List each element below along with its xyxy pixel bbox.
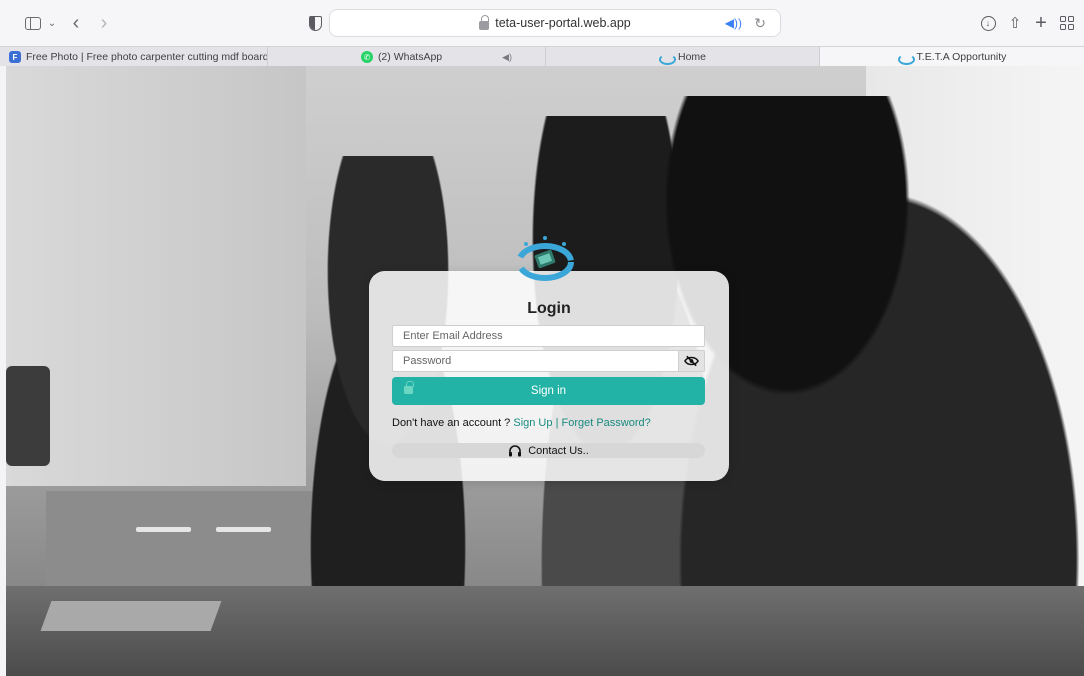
- email-input[interactable]: [392, 325, 705, 347]
- tab-free-photo[interactable]: F Free Photo | Free photo carpenter cutt…: [0, 47, 268, 67]
- teta-favicon-icon: [897, 52, 915, 65]
- account-links-row: Don't have an account ? Sign Up | Forget…: [392, 417, 651, 429]
- tab-teta-opportunity[interactable]: T.E.T.A Opportunity: [820, 47, 1084, 67]
- whatsapp-favicon-icon: ✆: [360, 51, 373, 63]
- lock-icon: [479, 14, 490, 30]
- background-wall: [6, 66, 306, 486]
- sign-in-button[interactable]: Sign in: [392, 377, 705, 405]
- back-arrow-icon[interactable]: ‹: [68, 12, 84, 34]
- speaker-icon[interactable]: ◀)): [725, 16, 742, 30]
- tab-home[interactable]: Home: [546, 47, 820, 67]
- sign-up-link[interactable]: Sign Up: [513, 417, 552, 429]
- teta-favicon-icon: [658, 52, 676, 65]
- background-table: [6, 586, 1084, 676]
- forward-arrow-icon[interactable]: ›: [96, 12, 112, 34]
- speaker-icon[interactable]: ◀): [502, 52, 512, 63]
- forgot-password-link[interactable]: Forget Password?: [561, 417, 650, 429]
- tab-title: Home: [677, 51, 706, 63]
- browser-toolbar: ⌄ ‹ › teta-user-portal.web.app ◀)) ↻ ↓ ⇧…: [0, 0, 1084, 46]
- teta-logo-icon: [514, 232, 576, 282]
- tab-title: T.E.T.A Opportunity: [916, 51, 1007, 63]
- password-input[interactable]: [392, 350, 705, 372]
- toggle-password-visibility-button[interactable]: [678, 351, 704, 371]
- login-card: Login Sign in Don't have an account ? Si…: [369, 271, 729, 481]
- download-icon[interactable]: ↓: [979, 12, 997, 34]
- sidebar-toggle-icon[interactable]: [22, 12, 44, 34]
- background-chair: [6, 366, 50, 466]
- contact-us-button[interactable]: Contact Us..: [392, 443, 705, 458]
- url-text: teta-user-portal.web.app: [495, 16, 631, 30]
- new-tab-icon[interactable]: +: [1032, 12, 1050, 34]
- freepik-favicon-icon: F: [9, 51, 21, 63]
- lock-icon: [404, 381, 414, 394]
- reload-icon[interactable]: ↻: [754, 15, 766, 32]
- privacy-shield-icon[interactable]: [306, 12, 324, 34]
- sign-in-label: Sign in: [530, 385, 567, 397]
- tab-title: Free Photo | Free photo carpenter cuttin…: [26, 51, 268, 63]
- tab-bar: F Free Photo | Free photo carpenter cutt…: [0, 46, 1084, 67]
- no-account-text: Don't have an account ?: [392, 417, 511, 429]
- address-bar[interactable]: teta-user-portal.web.app ◀)) ↻: [329, 9, 781, 37]
- eye-slash-icon: [684, 355, 699, 367]
- headset-icon: [509, 444, 522, 456]
- link-separator: |: [555, 417, 559, 429]
- contact-us-label: Contact Us..: [528, 444, 589, 457]
- tab-whatsapp[interactable]: ✆ (2) WhatsApp ◀): [268, 47, 546, 67]
- background-laptop: [40, 601, 222, 631]
- tab-title: (2) WhatsApp: [377, 51, 443, 63]
- tab-overview-icon[interactable]: [1058, 12, 1076, 34]
- share-icon[interactable]: ⇧: [1006, 12, 1024, 34]
- login-title: Login: [527, 300, 571, 317]
- chevron-down-icon[interactable]: ⌄: [46, 12, 58, 34]
